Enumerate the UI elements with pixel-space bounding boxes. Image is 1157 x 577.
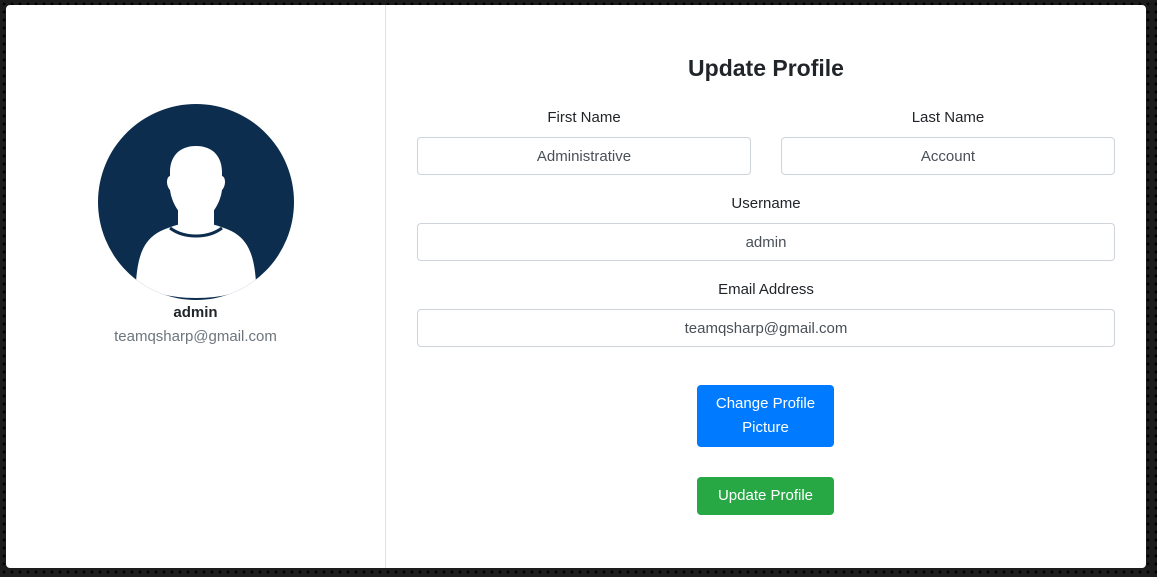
username-input[interactable]: [417, 223, 1115, 261]
last-name-input[interactable]: [781, 137, 1115, 175]
profile-name: admin: [173, 304, 218, 321]
user-silhouette-icon: [136, 146, 256, 298]
profile-summary-panel: admin teamqsharp@gmail.com: [6, 5, 386, 568]
profile-email: teamqsharp@gmail.com: [114, 328, 277, 345]
email-input[interactable]: [417, 309, 1115, 347]
form-title: Update Profile: [688, 55, 844, 81]
first-name-label: First Name: [547, 109, 621, 126]
update-profile-form: Update Profile First Name Last Name User…: [386, 5, 1146, 568]
username-label: Username: [731, 195, 801, 212]
avatar: [98, 104, 294, 300]
change-profile-picture-button[interactable]: Change Profile Picture: [697, 385, 834, 447]
first-name-input[interactable]: [417, 137, 751, 175]
last-name-label: Last Name: [911, 109, 985, 126]
profile-card: admin teamqsharp@gmail.com Update Profil…: [6, 5, 1146, 568]
email-label: Email Address: [718, 281, 814, 298]
update-profile-button[interactable]: Update Profile: [697, 477, 834, 515]
